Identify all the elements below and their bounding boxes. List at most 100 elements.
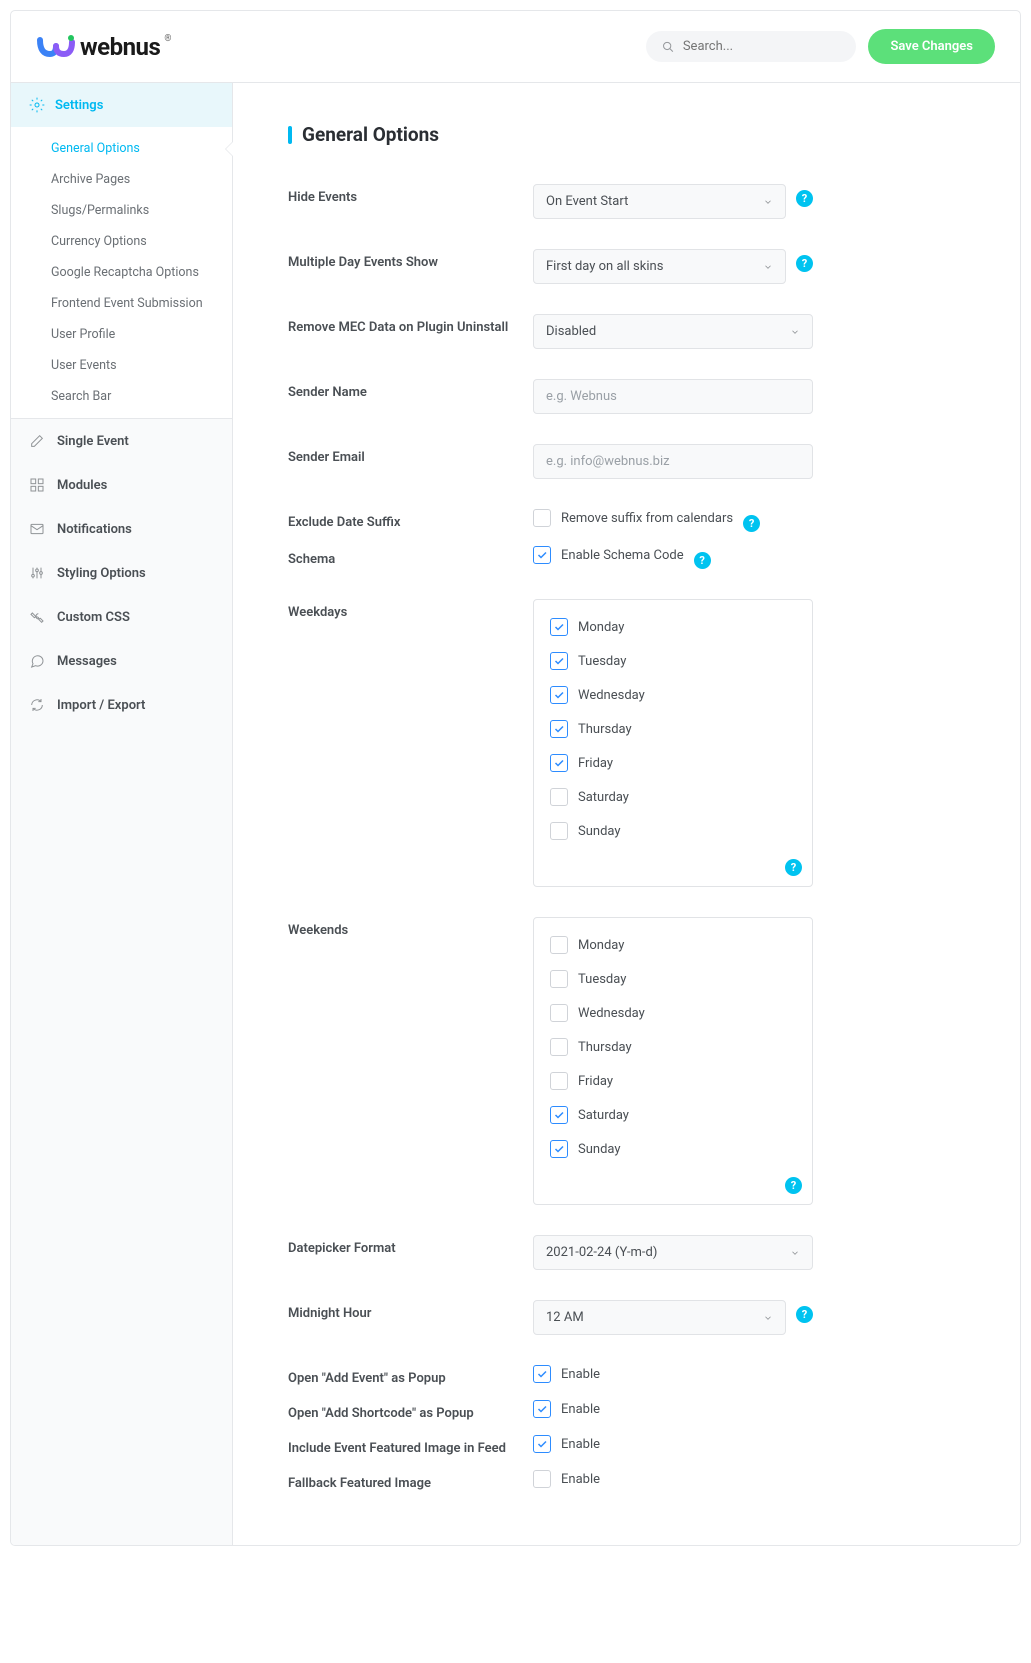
checkbox[interactable]: [550, 1140, 568, 1158]
field-label: Exclude Date Suffix: [288, 509, 533, 532]
sidebar-sub-currency-options[interactable]: Currency Options: [11, 226, 232, 257]
mail-icon: [29, 521, 45, 537]
sidebar-settings-label: Settings: [55, 98, 103, 113]
chevron-down-icon: [763, 262, 773, 272]
checkbox[interactable]: [550, 1038, 568, 1056]
checkbox[interactable]: [533, 1365, 551, 1383]
day-label: Friday: [578, 1074, 613, 1089]
checkbox[interactable]: [550, 970, 568, 988]
checkbox-label: Enable: [561, 1402, 600, 1417]
day-group: Monday Tuesday Wednesday Thursday Friday Satu…: [533, 917, 813, 1205]
field-label: Include Event Featured Image in Feed: [288, 1435, 533, 1456]
search-box[interactable]: [646, 31, 856, 62]
day-label: Sunday: [578, 824, 621, 839]
select[interactable]: First day on all skins: [533, 249, 786, 284]
help-icon[interactable]: ?: [796, 255, 813, 272]
chevron-down-icon: [790, 327, 800, 337]
sidebar: Settings General OptionsArchive PagesSlu…: [11, 83, 233, 1545]
select[interactable]: Disabled: [533, 314, 813, 349]
field-label: Weekdays: [288, 599, 533, 887]
field-label: Sender Name: [288, 379, 533, 414]
brand-name: webnus: [80, 33, 160, 61]
sidebar-sub-general-options[interactable]: General Options: [11, 133, 232, 164]
help-icon[interactable]: ?: [694, 552, 711, 569]
refresh-icon: [29, 697, 45, 713]
sidebar-sub-search-bar[interactable]: Search Bar: [11, 381, 232, 412]
sidebar-sub-google-recaptcha-options[interactable]: Google Recaptcha Options: [11, 257, 232, 288]
help-icon[interactable]: ?: [796, 190, 813, 207]
help-icon[interactable]: ?: [785, 859, 802, 876]
checkbox[interactable]: [550, 936, 568, 954]
day-label: Monday: [578, 938, 624, 953]
logo-icon: [36, 32, 76, 62]
day-label: Monday: [578, 620, 624, 635]
gear-icon: [29, 97, 45, 113]
sidebar-item-messages[interactable]: Messages: [11, 639, 232, 683]
sidebar-settings[interactable]: Settings: [11, 83, 232, 127]
checkbox[interactable]: [550, 1106, 568, 1124]
field-label: Hide Events: [288, 184, 533, 219]
day-label: Saturday: [578, 1108, 629, 1123]
checkbox-label: Enable Schema Code: [561, 548, 684, 563]
field-label: Open "Add Event" as Popup: [288, 1365, 533, 1386]
title-accent: [288, 126, 292, 144]
sliders-icon: [29, 565, 45, 581]
day-group: MondayTuesdayWednesdayThursdayFridaySatu…: [533, 599, 813, 887]
sidebar-item-single-event[interactable]: Single Event: [11, 419, 232, 463]
sidebar-sub-user-profile[interactable]: User Profile: [11, 319, 232, 350]
checkbox[interactable]: [550, 1004, 568, 1022]
help-icon[interactable]: ?: [785, 1177, 802, 1194]
help-icon[interactable]: ?: [743, 515, 760, 532]
checkbox[interactable]: [533, 509, 551, 527]
checkbox-label: Enable: [561, 1472, 600, 1487]
day-label: Tuesday: [578, 654, 626, 669]
sidebar-item-modules[interactable]: Modules: [11, 463, 232, 507]
checkbox-label: Enable: [561, 1367, 600, 1382]
checkbox[interactable]: [533, 1470, 551, 1488]
text-input[interactable]: [533, 444, 813, 479]
checkbox[interactable]: [550, 1072, 568, 1090]
sidebar-sub-frontend-event-submission[interactable]: Frontend Event Submission: [11, 288, 232, 319]
field-label: Remove MEC Data on Plugin Uninstall: [288, 314, 533, 349]
text-input[interactable]: [533, 379, 813, 414]
sidebar-item-import-export[interactable]: Import / Export: [11, 683, 232, 727]
field-label: Open "Add Shortcode" as Popup: [288, 1400, 533, 1421]
sidebar-sub-archive-pages[interactable]: Archive Pages: [11, 164, 232, 195]
registered-mark: ®: [164, 34, 171, 44]
checkbox[interactable]: [550, 822, 568, 840]
day-label: Wednesday: [578, 1006, 645, 1021]
checkbox[interactable]: [550, 720, 568, 738]
checkbox[interactable]: [533, 546, 551, 564]
field-label: Sender Email: [288, 444, 533, 479]
save-button[interactable]: Save Changes: [868, 29, 995, 64]
field-label: Datepicker Format: [288, 1235, 533, 1270]
sidebar-sub-user-events[interactable]: User Events: [11, 350, 232, 381]
sidebar-sub-slugs-permalinks[interactable]: Slugs/Permalinks: [11, 195, 232, 226]
day-label: Friday: [578, 756, 613, 771]
sidebar-item-custom-css[interactable]: Custom CSS: [11, 595, 232, 639]
chevron-down-icon: [763, 197, 773, 207]
select[interactable]: 12 AM: [533, 1300, 786, 1335]
help-icon[interactable]: ?: [796, 1306, 813, 1323]
select[interactable]: 2021-02-24 (Y-m-d): [533, 1235, 813, 1270]
day-label: Sunday: [578, 1142, 621, 1157]
checkbox[interactable]: [550, 686, 568, 704]
field-label: Multiple Day Events Show: [288, 249, 533, 284]
checkbox[interactable]: [533, 1400, 551, 1418]
search-input[interactable]: [683, 39, 841, 54]
checkbox[interactable]: [550, 618, 568, 636]
day-label: Thursday: [578, 1040, 632, 1055]
checkbox[interactable]: [550, 754, 568, 772]
chevron-down-icon: [763, 1313, 773, 1323]
chevron-down-icon: [790, 1248, 800, 1258]
checkbox[interactable]: [550, 652, 568, 670]
checkbox[interactable]: [533, 1435, 551, 1453]
select[interactable]: On Event Start: [533, 184, 786, 219]
sidebar-item-styling-options[interactable]: Styling Options: [11, 551, 232, 595]
day-label: Tuesday: [578, 972, 626, 987]
checkbox[interactable]: [550, 788, 568, 806]
day-label: Saturday: [578, 790, 629, 805]
chat-icon: [29, 653, 45, 669]
search-icon: [662, 40, 674, 54]
sidebar-item-notifications[interactable]: Notifications: [11, 507, 232, 551]
